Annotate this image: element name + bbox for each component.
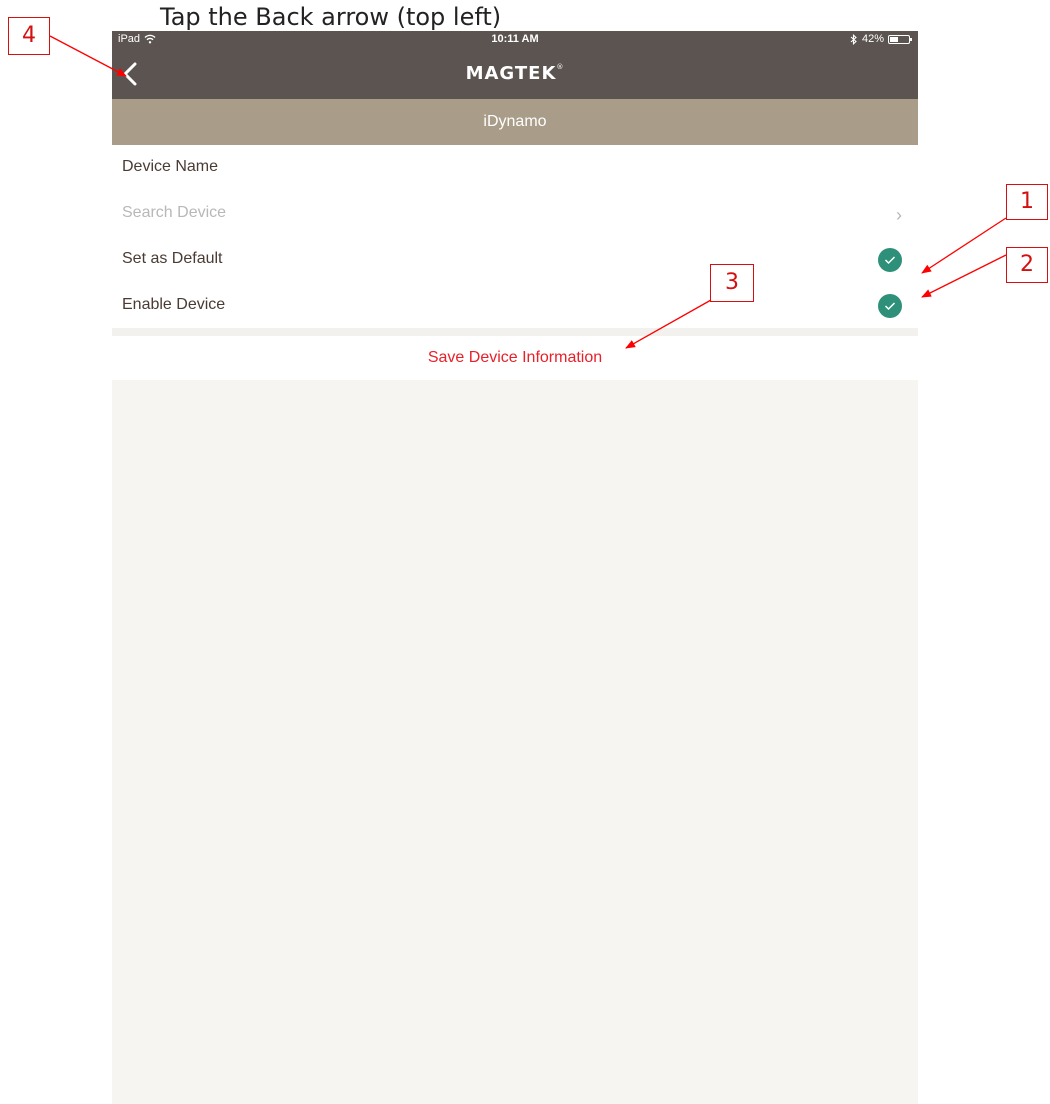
annotation-box-2: 2	[1006, 247, 1048, 283]
status-time: 10:11 AM	[491, 33, 539, 45]
enable-device-check-icon[interactable]	[878, 294, 902, 318]
nav-bar: MAGTEK®	[112, 49, 918, 99]
logo-text: MAGTEK	[465, 63, 557, 84]
device-title: iDynamo	[112, 99, 918, 145]
section-separator	[112, 328, 918, 336]
device-name-row[interactable]: Device Name	[112, 145, 918, 191]
set-as-default-check-icon[interactable]	[878, 248, 902, 272]
enable-device-label: Enable Device	[122, 296, 226, 313]
annotation-box-3: 3	[710, 264, 754, 302]
annotation-arrow-2	[921, 254, 1007, 298]
search-device-label: Search Device	[122, 204, 227, 221]
save-device-information-button[interactable]: Save Device Information	[112, 336, 918, 380]
magtek-logo: MAGTEK®	[112, 63, 918, 84]
set-as-default-row[interactable]: Set as Default	[112, 237, 918, 283]
instruction-caption: Tap the Back arrow (top left)	[160, 3, 502, 31]
enable-device-row[interactable]: Enable Device	[112, 283, 918, 329]
settings-list: Device Name Search Device › Set as Defau…	[112, 145, 918, 329]
battery-percent: 42%	[861, 33, 884, 45]
set-as-default-label: Set as Default	[122, 250, 223, 267]
battery-icon	[888, 34, 912, 44]
search-device-row[interactable]: Search Device ›	[112, 191, 918, 237]
bluetooth-icon	[850, 33, 857, 45]
annotation-arrow-1	[921, 217, 1007, 274]
annotation-box-4: 4	[8, 17, 50, 55]
status-bar: iPad 10:11 AM 42%	[112, 31, 918, 49]
status-right: 42%	[850, 33, 912, 45]
ipad-screen: iPad 10:11 AM 42% MAGTEK® iDynamo Device…	[112, 31, 918, 1104]
chevron-right-icon: ›	[896, 205, 902, 225]
registered-mark: ®	[556, 63, 565, 71]
device-name-label: Device Name	[122, 158, 219, 175]
annotation-box-1: 1	[1006, 184, 1048, 220]
